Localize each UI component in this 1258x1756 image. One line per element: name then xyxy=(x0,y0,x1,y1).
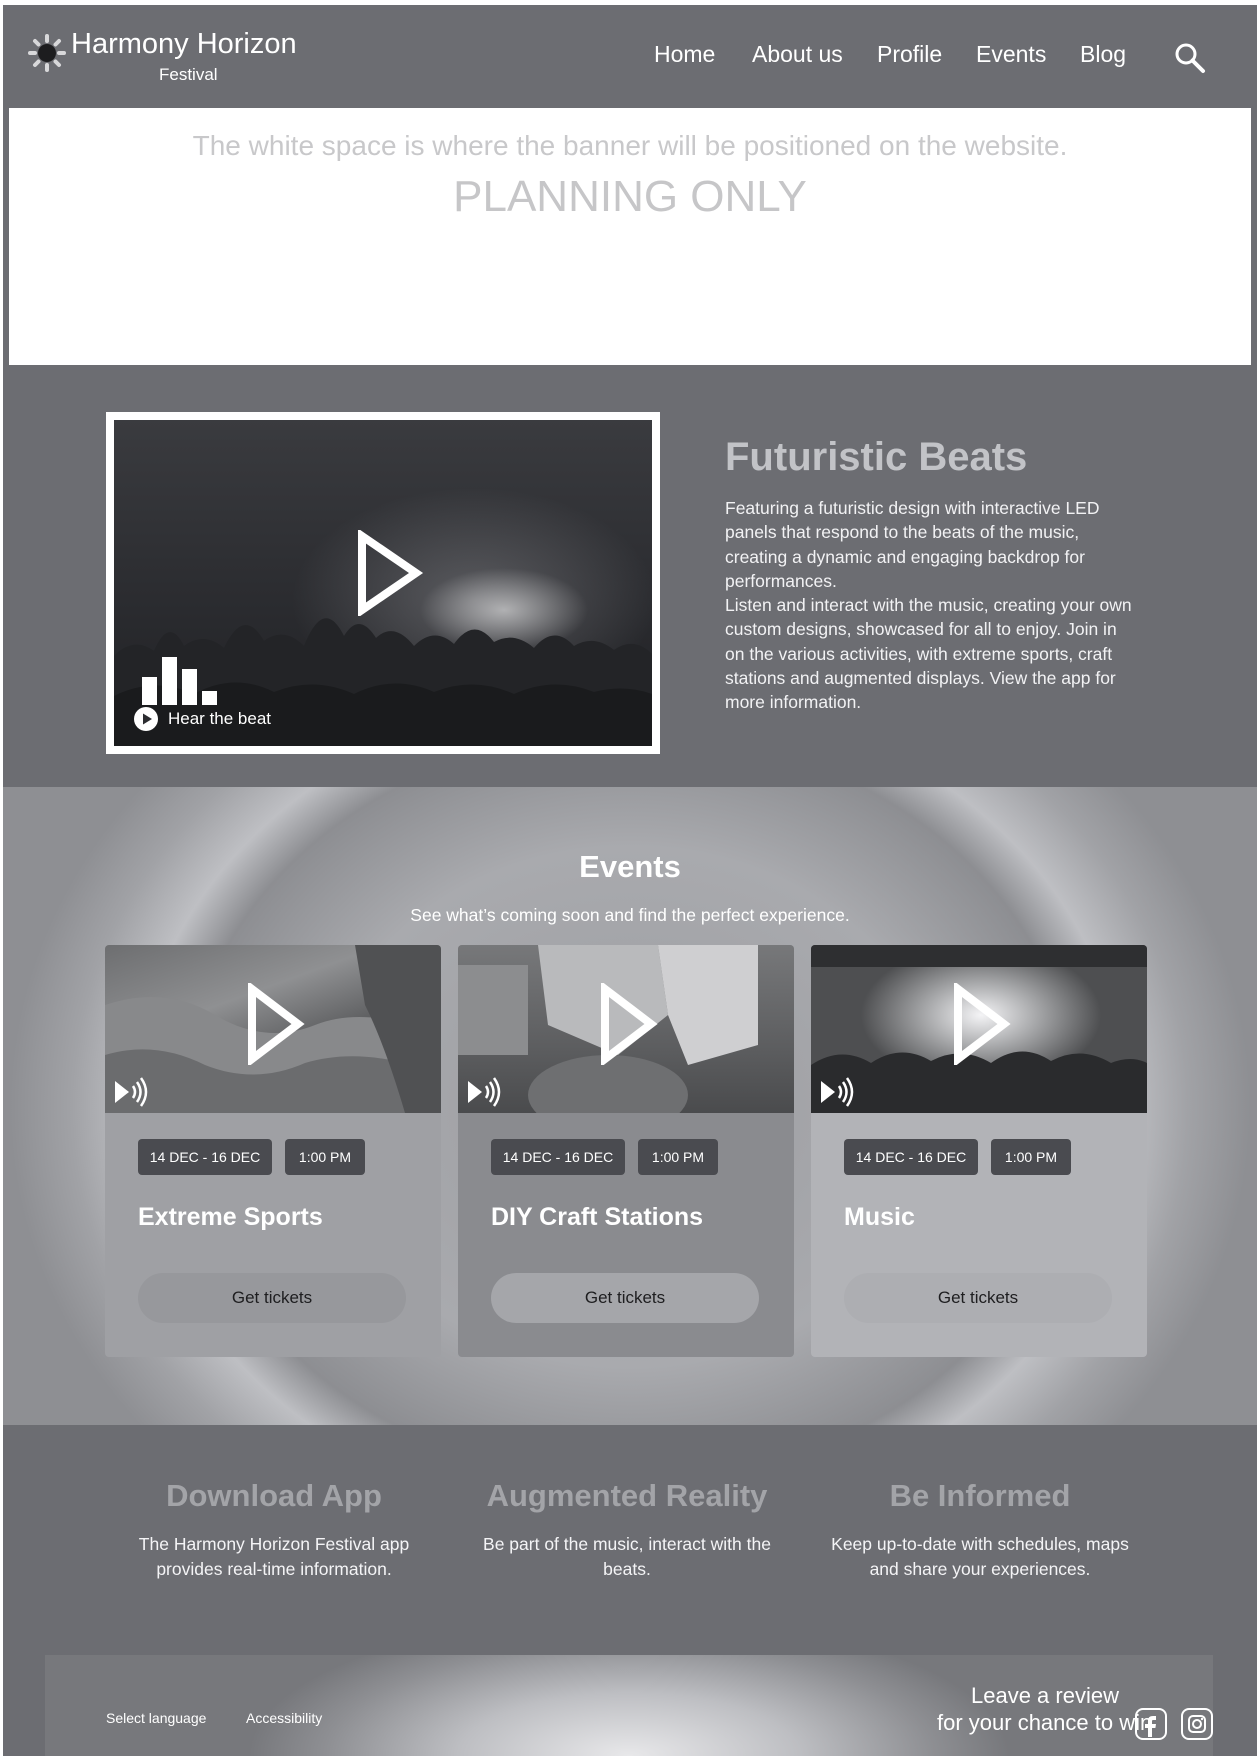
extreme-sports-image[interactable] xyxy=(105,945,441,1113)
site-footer: Select language Accessibility Leave a re… xyxy=(3,1655,1257,1756)
events-section: Events See what’s coming soon and find t… xyxy=(3,787,1257,1425)
search-icon[interactable] xyxy=(1173,41,1207,75)
banner-planning-label: PLANNING ONLY xyxy=(453,172,807,221)
get-tickets-button[interactable]: Get tickets xyxy=(491,1273,759,1323)
audio-play-icon[interactable] xyxy=(819,1077,855,1107)
banner-note: The white space is where the banner will… xyxy=(192,130,1068,161)
nav-blog[interactable]: Blog xyxy=(1080,41,1126,68)
info-section: Download App The Harmony Horizon Festiva… xyxy=(3,1425,1257,1655)
hear-the-beat[interactable]: Hear the beat xyxy=(134,707,271,731)
audio-play-icon[interactable] xyxy=(466,1077,502,1107)
events-subtitle: See what’s coming soon and find the perf… xyxy=(410,905,850,925)
accessibility-link[interactable]: Accessibility xyxy=(246,1710,322,1726)
event-time: 1:00 PM xyxy=(991,1139,1071,1175)
info-download-app: Download App The Harmony Horizon Festiva… xyxy=(109,1478,439,1581)
page: Harmony Horizon Festival Home About us P… xyxy=(3,0,1257,1756)
info-augmented-reality: Augmented Reality Be part of the music, … xyxy=(462,1478,792,1581)
nav-home[interactable]: Home xyxy=(654,41,715,68)
play-icon[interactable] xyxy=(354,530,424,616)
info-title: Be Informed xyxy=(889,1478,1071,1513)
event-title: Music xyxy=(844,1203,915,1231)
footer-bar: Select language Accessibility Leave a re… xyxy=(45,1655,1213,1756)
event-date: 14 DEC - 16 DEC xyxy=(844,1139,978,1175)
event-date: 14 DEC - 16 DEC xyxy=(138,1139,272,1175)
feature-section: Hear the beat Futuristic Beats Featuring… xyxy=(3,365,1257,787)
feature-video[interactable]: Hear the beat xyxy=(106,412,660,754)
review-line-1: Leave a review xyxy=(971,1683,1119,1708)
get-tickets-button[interactable]: Get tickets xyxy=(138,1273,406,1323)
feature-paragraph-2: Listen and interact with the music, crea… xyxy=(725,595,1132,713)
nav-profile[interactable]: Profile xyxy=(877,41,942,68)
info-title: Download App xyxy=(166,1478,382,1513)
info-text: Keep up-to-date with schedules, maps and… xyxy=(831,1534,1129,1579)
music-concert-image[interactable] xyxy=(811,945,1147,1113)
play-icon[interactable] xyxy=(951,983,1011,1065)
event-card: 14 DEC - 16 DEC 1:00 PM Music Get ticket… xyxy=(811,945,1147,1357)
hear-the-beat-label: Hear the beat xyxy=(168,709,272,728)
event-title: Extreme Sports xyxy=(138,1203,323,1231)
feature-title: Futuristic Beats xyxy=(725,435,1028,479)
event-card: 14 DEC - 16 DEC 1:00 PM Extreme Sports G… xyxy=(105,945,441,1357)
feature-description: Featuring a futuristic design with inter… xyxy=(725,496,1135,715)
play-icon[interactable] xyxy=(598,983,658,1065)
review-line-2: for your chance to win xyxy=(937,1710,1153,1735)
instagram-icon[interactable] xyxy=(1181,1708,1213,1740)
main-nav: Home About us Profile Events Blog xyxy=(3,41,1257,71)
nav-events[interactable]: Events xyxy=(976,41,1046,68)
nav-about-us[interactable]: About us xyxy=(752,41,843,68)
event-time: 1:00 PM xyxy=(285,1139,365,1175)
equalizer-icon xyxy=(142,657,217,705)
banner-placeholder: The white space is where the banner will… xyxy=(9,108,1251,365)
event-time: 1:00 PM xyxy=(638,1139,718,1175)
event-card: 14 DEC - 16 DEC 1:00 PM DIY Craft Statio… xyxy=(458,945,794,1357)
events-title: Events xyxy=(579,849,681,884)
info-text: Be part of the music, interact with the … xyxy=(483,1534,771,1579)
site-header: Harmony Horizon Festival Home About us P… xyxy=(3,5,1257,108)
play-icon[interactable] xyxy=(245,983,305,1065)
info-text: The Harmony Horizon Festival app provide… xyxy=(138,1534,410,1579)
feature-paragraph-1: Featuring a futuristic design with inter… xyxy=(725,498,1100,591)
facebook-icon[interactable] xyxy=(1135,1708,1167,1740)
event-title: DIY Craft Stations xyxy=(491,1203,704,1231)
audio-play-icon[interactable] xyxy=(113,1077,149,1107)
info-be-informed: Be Informed Keep up-to-date with schedul… xyxy=(815,1478,1145,1581)
info-title: Augmented Reality xyxy=(486,1478,768,1513)
craft-stations-image[interactable] xyxy=(458,945,794,1113)
select-language-link[interactable]: Select language xyxy=(106,1710,206,1726)
event-date: 14 DEC - 16 DEC xyxy=(491,1139,625,1175)
play-circle-icon xyxy=(134,707,158,731)
get-tickets-button[interactable]: Get tickets xyxy=(844,1273,1112,1323)
